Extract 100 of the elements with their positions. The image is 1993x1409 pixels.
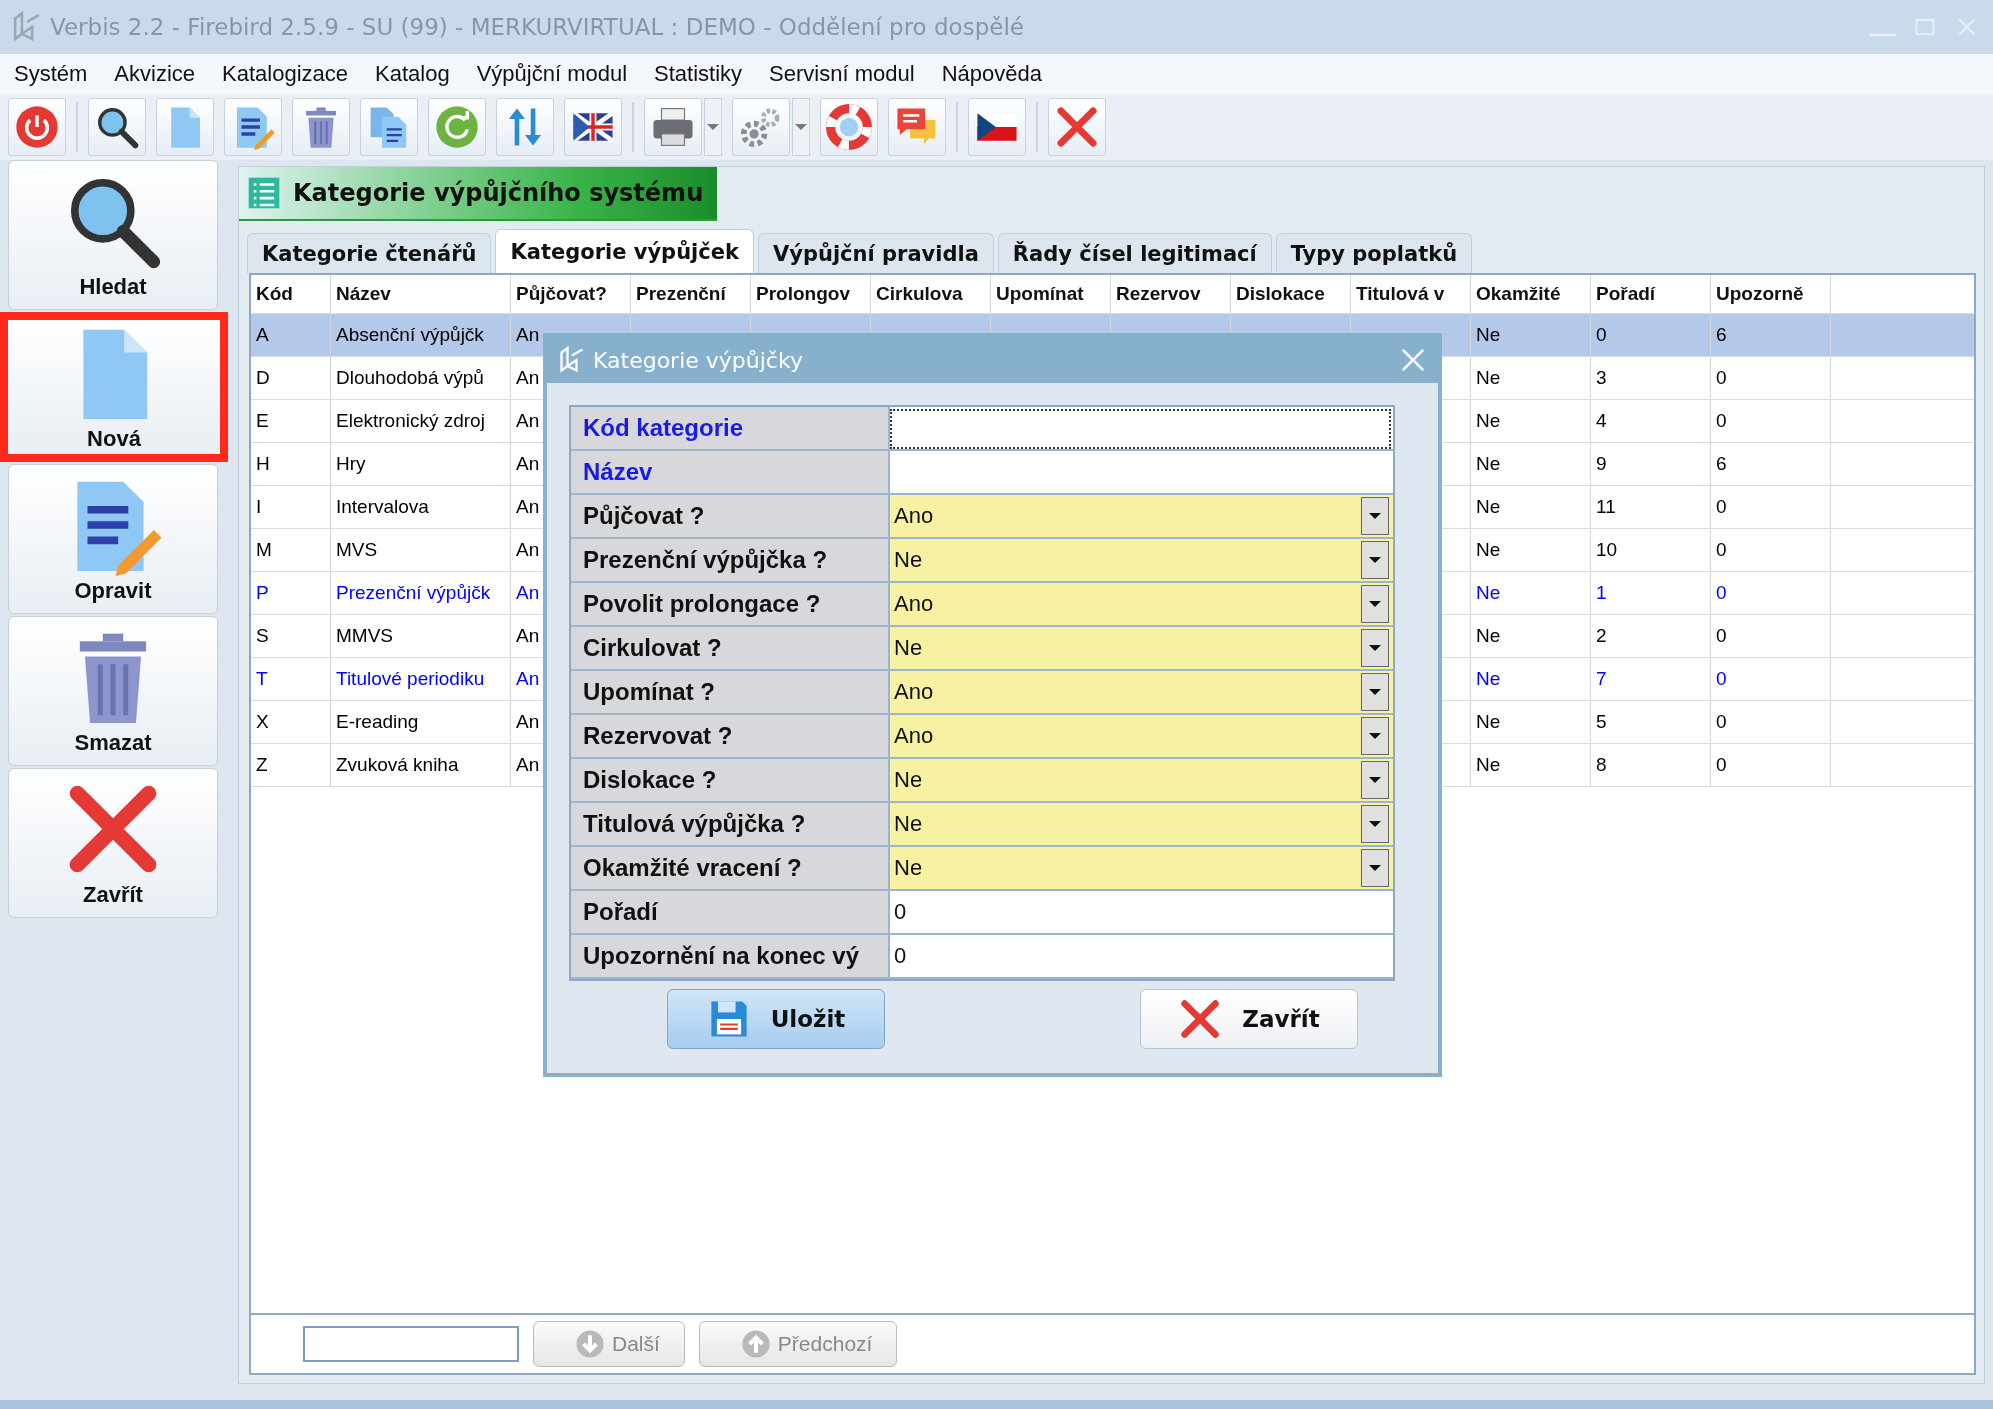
dropdown-caret-icon [1369,733,1381,739]
column-header[interactable]: Název [331,275,511,313]
field-label: Půjčovat ? [571,495,888,539]
table-cell: E-reading [331,701,511,743]
table-cell: Z [251,744,331,786]
table-cell: P [251,572,331,614]
window-title: Verbis 2.2 - Firebird 2.5.9 - SU (99) - MERKURVIRTUAL : DEMO - Oddělení pro dospělé [50,14,1025,40]
power-icon [14,104,60,150]
column-header[interactable]: Cirkulova [871,275,991,313]
toolbar-button[interactable] [968,98,1026,156]
table-cell: 8 [1591,744,1711,786]
column-header[interactable]: Upomínat [991,275,1111,313]
sidebar-button[interactable]: Hledat [8,160,218,310]
dropdown-caret-icon [1369,821,1381,827]
dropdown-caret-icon [1369,777,1381,783]
table-cell: 0 [1711,357,1831,399]
toolbar-button[interactable] [564,98,622,156]
table-cell: Ne [1471,443,1591,485]
table-cell: S [251,615,331,657]
field-label: Kód kategorie [571,407,888,451]
save-button[interactable]: Uložit [667,989,885,1049]
dropdown-field[interactable]: Ano [888,495,1393,539]
column-header[interactable]: Rezervov [1111,275,1231,313]
dropdown-field[interactable]: Ano [888,671,1393,715]
field-label: Okamžité vracení ? [571,847,888,891]
table-cell: Hry [331,443,511,485]
close-button[interactable]: Zavřít [1140,989,1358,1049]
tab[interactable]: Výpůjční pravidla [757,233,994,273]
menu-item[interactable]: Servisní modul [759,61,925,87]
column-header[interactable]: Prolongov [751,275,871,313]
field-label: Upomínat ? [571,671,888,715]
table-cell: 0 [1591,314,1711,356]
table-cell: 4 [1591,400,1711,442]
table-cell: Ne [1471,400,1591,442]
dropdown-field[interactable]: Ne [888,627,1393,671]
table-cell: Intervalova [331,486,511,528]
dropdown-field[interactable]: Ano [888,583,1393,627]
table-cell: MVS [331,529,511,571]
table-cell: M [251,529,331,571]
dropdown-field[interactable]: Ne [888,803,1393,847]
toolbar-button[interactable] [88,98,146,156]
column-header[interactable]: Kód [251,275,331,313]
column-header[interactable]: Půjčovat? [511,275,631,313]
input-field[interactable]: 0 [888,935,1393,979]
lifebuoy-icon [826,104,872,150]
table-cell: 0 [1711,701,1831,743]
sidebar-button[interactable]: Nová [0,312,228,462]
tab[interactable]: Kategorie výpůjček [495,229,754,273]
table-cell: MMVS [331,615,511,657]
table-cell: 0 [1711,572,1831,614]
panel-title: Kategorie výpůjčního systému [293,179,704,207]
dropdown-button[interactable] [704,98,722,156]
table-cell: E [251,400,331,442]
tab[interactable]: Typy poplatků [1275,233,1473,273]
tab[interactable]: Řady čísel legitimací [997,233,1272,273]
dropdown-field[interactable]: Ne [888,847,1393,891]
toolbar-button[interactable] [360,98,418,156]
dropdown-caret-icon [707,124,719,130]
sidebar-button[interactable]: Zavřít [8,768,218,918]
menu-item[interactable]: Statistiky [644,61,753,87]
dropdown-caret-icon [1369,601,1381,607]
sidebar-button[interactable]: Opravit [8,464,218,614]
toolbar-button[interactable] [224,98,282,156]
dropdown-caret-icon [1369,865,1381,871]
table-cell: H [251,443,331,485]
column-header[interactable]: Prezenční [631,275,751,313]
menu-item[interactable]: Katalog [365,61,460,87]
table-cell: 1 [1591,572,1711,614]
table-cell: 7 [1591,658,1711,700]
menu-item[interactable]: Výpůjční modul [466,61,638,87]
search-field[interactable] [303,1326,519,1362]
table-cell: Ne [1471,701,1591,743]
menu-item[interactable]: Akvizice [104,61,206,87]
column-header[interactable]: Dislokace [1231,275,1351,313]
table-cell: 10 [1591,529,1711,571]
dropdown-field[interactable]: Ne [888,759,1393,803]
field-label: Název [571,451,888,495]
column-header[interactable]: Upozorně [1711,275,1831,313]
field-label: Upozornění na konec vý [571,935,888,979]
dropdown-button[interactable] [792,98,810,156]
dropdown-field[interactable]: Ano [888,715,1393,759]
menu-item[interactable]: Systém [4,61,98,87]
table-cell: 9 [1591,443,1711,485]
table-cell: 0 [1711,400,1831,442]
sidebar-button[interactable]: Smazat [8,616,218,766]
column-header[interactable]: Titulová v [1351,275,1471,313]
field-label: Rezervovat ? [571,715,888,759]
input-field[interactable]: 0 [888,891,1393,935]
field-label: Titulová výpůjčka ? [571,803,888,847]
menu-item[interactable]: Katalogizace [212,61,359,87]
input-field[interactable] [888,407,1393,451]
column-header[interactable]: Pořadí [1591,275,1711,313]
table-cell: 0 [1711,529,1831,571]
table-cell: Ne [1471,744,1591,786]
tab[interactable]: Kategorie čtenářů [247,233,492,273]
menu-item[interactable]: Nápověda [931,61,1052,87]
dropdown-field[interactable]: Ne [888,539,1393,583]
input-field[interactable] [888,451,1393,495]
column-header[interactable]: Okamžité [1471,275,1591,313]
table-cell: Ne [1471,572,1591,614]
